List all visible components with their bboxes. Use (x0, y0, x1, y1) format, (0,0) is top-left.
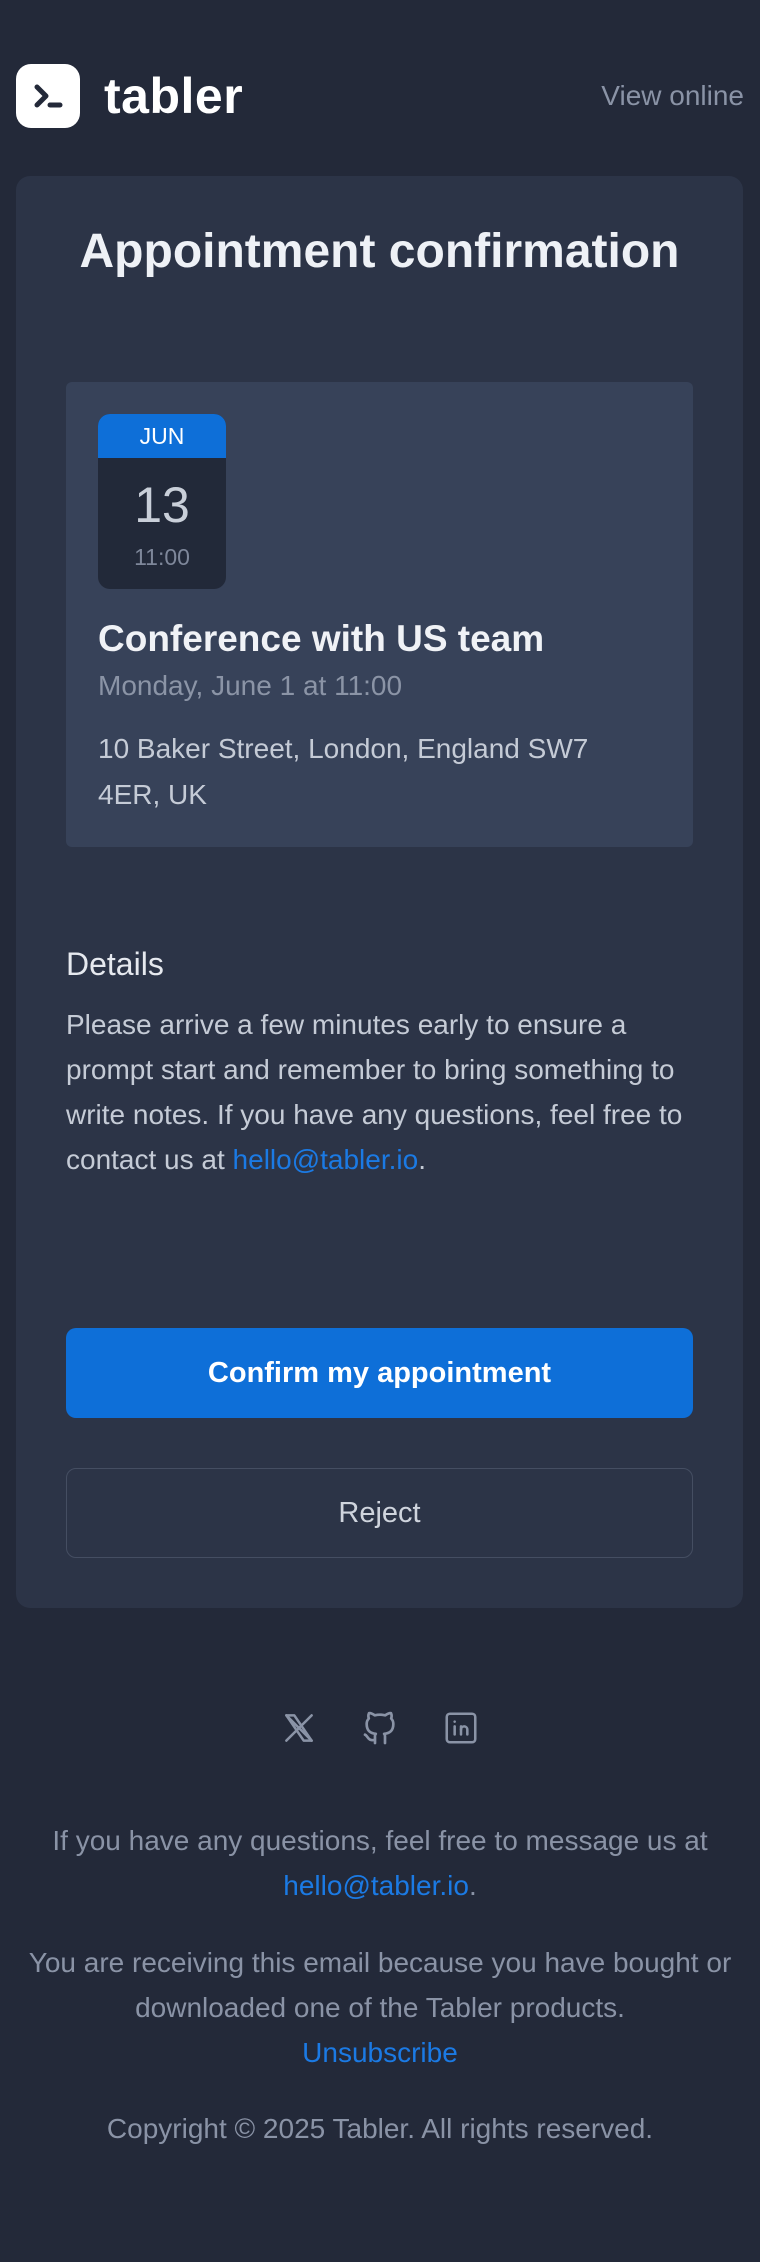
event-name: Conference with US team (98, 618, 545, 659)
view-online-link[interactable]: View online (601, 80, 744, 112)
social-links (0, 1708, 760, 1748)
page-title: Appointment confirmation (79, 225, 680, 278)
x-icon[interactable] (279, 1708, 319, 1748)
contact-email-link[interactable]: hello@tabler.io (233, 1144, 419, 1175)
brand-name: tabler (104, 68, 244, 124)
calendar-time: 11:00 (134, 544, 190, 570)
footer-questions-text: If you have any questions, feel free to … (52, 1825, 708, 1856)
linkedin-icon[interactable] (441, 1708, 481, 1748)
calendar-month: JUN (98, 414, 226, 458)
event-box: JUN 13 11:00 Conference with US team Mon… (66, 382, 693, 847)
footer-email-link[interactable]: hello@tabler.io (283, 1870, 469, 1901)
footer-receiving-text: You are receiving this email because you… (28, 1947, 732, 2023)
details-text: Please arrive a few minutes early to ens… (66, 1002, 696, 1182)
tabler-logo-icon (16, 64, 80, 128)
details-trailing: . (418, 1144, 426, 1175)
brand[interactable]: tabler (16, 64, 243, 128)
footer-receiving: You are receiving this email because you… (16, 1940, 744, 2075)
calendar-badge: JUN 13 11:00 (98, 414, 226, 589)
event-date: Monday, June 1 at 11:00 (98, 670, 403, 701)
details-heading: Details (66, 946, 164, 982)
footer-copyright: Copyright © 2025 Tabler. All rights rese… (106, 2113, 654, 2144)
confirm-appointment-button[interactable]: Confirm my appointment (66, 1328, 693, 1418)
appointment-card: Appointment confirmation JUN 13 11:00 Co… (16, 176, 743, 1608)
github-icon[interactable] (360, 1708, 400, 1748)
footer-questions: If you have any questions, feel free to … (16, 1818, 744, 1908)
header: tabler View online (16, 60, 744, 132)
calendar-day: 13 (134, 477, 190, 533)
email-page: tabler View online Appointment confirmat… (0, 0, 760, 2262)
unsubscribe-link[interactable]: Unsubscribe (302, 2037, 458, 2068)
event-address: 10 Baker Street, London, England SW7 4ER… (98, 733, 589, 810)
reject-button[interactable]: Reject (66, 1468, 693, 1558)
footer-questions-trailing: . (468, 1870, 477, 1901)
